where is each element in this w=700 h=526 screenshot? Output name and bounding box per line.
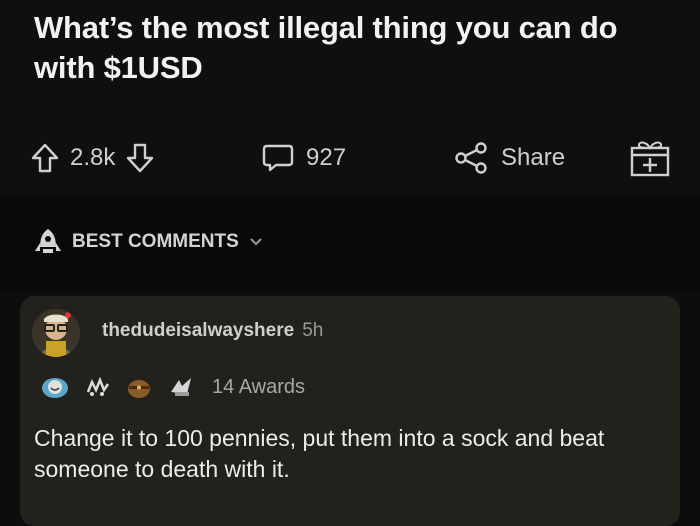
- chevron-down-icon: [250, 238, 262, 246]
- awards-row[interactable]: 14 Awards: [40, 372, 305, 402]
- arrow-up-icon[interactable]: [30, 142, 60, 174]
- avatar[interactable]: [32, 309, 80, 357]
- comment-body: Change it to 100 pennies, put them into …: [34, 425, 605, 482]
- post-action-bar: 2.8k 927 Share: [0, 128, 700, 188]
- comments-button[interactable]: 927: [262, 128, 346, 188]
- share-button[interactable]: Share: [453, 128, 565, 188]
- comment-age: 5h: [302, 320, 324, 341]
- comment-meta: thedudeisalwayshere 5h: [102, 320, 323, 342]
- comment-author[interactable]: thedudeisalwayshere: [102, 320, 294, 342]
- comments-count: 927: [306, 144, 347, 171]
- vote-control: 2.8k: [30, 128, 155, 188]
- post-title: What’s the most illegal thing you can do…: [34, 10, 618, 85]
- treasure-award-icon: [128, 380, 150, 398]
- awards-count: 14 Awards: [212, 375, 306, 398]
- sort-selector[interactable]: BEST COMMENTS: [32, 227, 263, 257]
- rocket-icon: [35, 229, 61, 253]
- arrow-down-icon[interactable]: [125, 142, 155, 174]
- avatar-icon: [32, 309, 80, 357]
- gift-award-icon: [630, 141, 670, 177]
- share-icon: [455, 142, 487, 174]
- post-header: What’s the most illegal thing you can do…: [0, 0, 700, 195]
- sort-label: BEST COMMENTS: [72, 231, 239, 252]
- speech-bubble-icon: [262, 144, 294, 172]
- share-label: Share: [501, 144, 566, 171]
- helpful-award-icon: [171, 378, 191, 396]
- comment-card: thedudeisalwayshere 5h 14 Awards Change …: [20, 296, 680, 526]
- bugs-award-icon: [86, 376, 110, 396]
- award-button[interactable]: [628, 128, 672, 188]
- wholesome-award-icon: [42, 378, 68, 398]
- comment-sort-bar: BEST COMMENTS: [0, 195, 700, 290]
- upvote-count: 2.8k: [70, 144, 116, 171]
